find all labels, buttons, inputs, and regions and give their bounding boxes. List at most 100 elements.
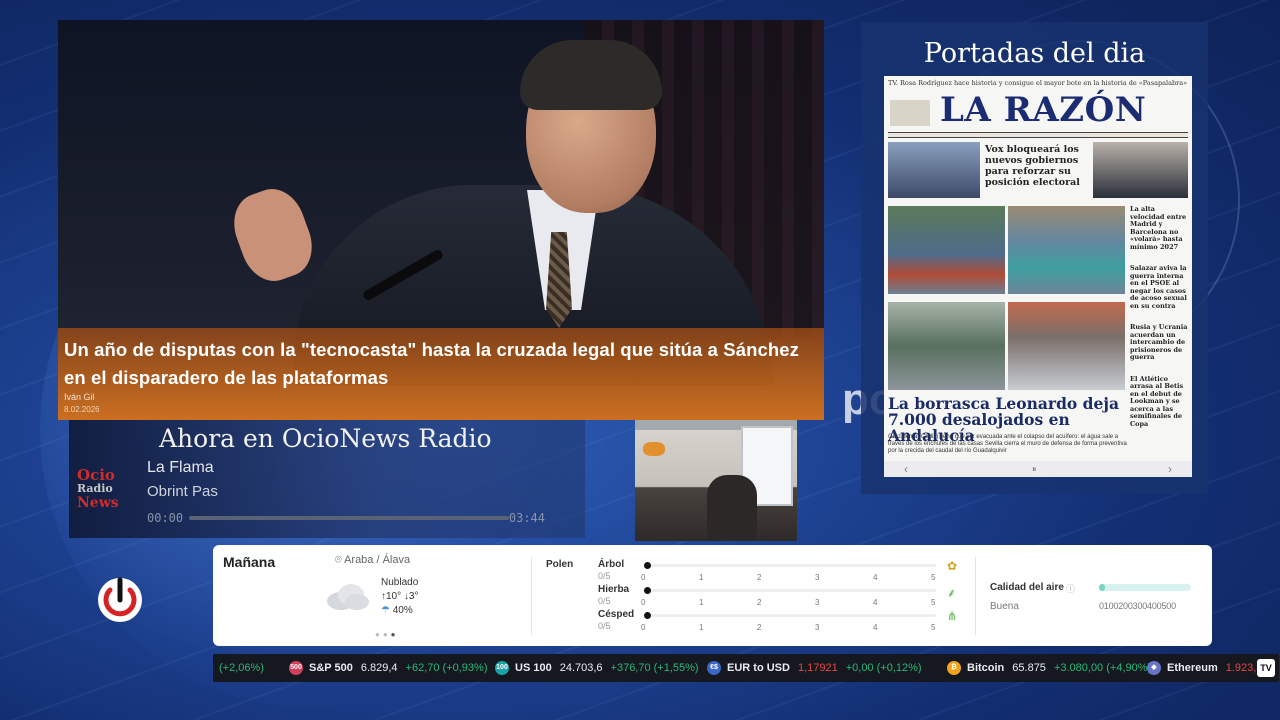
ethereum-icon: ◆ xyxy=(1147,661,1161,676)
tick-label: 2 xyxy=(757,623,762,632)
playback-progress-bar[interactable] xyxy=(189,516,509,520)
hero-image-speaker-hand xyxy=(224,180,322,290)
weather-temps: ↑10° ↓3° xyxy=(381,591,418,602)
air-quality-bar xyxy=(1099,584,1191,591)
tree-icon: ✿ xyxy=(947,559,958,573)
bitcoin-icon: ₿ xyxy=(947,661,961,676)
news-date: 8.02.2026 xyxy=(64,405,100,414)
song-title: La Flama xyxy=(147,459,214,476)
tick-label: 2 xyxy=(757,598,762,607)
paper-side-column: La alta velocidad entre Madrid y Barcelo… xyxy=(1130,205,1188,442)
polen-row-cesped: Césped 0/5 0 1 2 3 4 5 ⋔ xyxy=(598,609,957,633)
tick-label: 4 xyxy=(873,573,878,582)
ticker-item-us100[interactable]: 100 US 100 24.703,6 +376,70 (+1,55%) xyxy=(495,654,699,682)
paper-photo-flood-1 xyxy=(888,206,1005,294)
tick-label: 5 xyxy=(931,598,936,607)
divider xyxy=(975,557,976,635)
polen-level-dot xyxy=(644,612,651,619)
webcam-person xyxy=(707,475,757,541)
time-current: 00:00 xyxy=(147,511,184,525)
polen-bar xyxy=(646,564,936,567)
webcam-feed[interactable] xyxy=(635,420,797,541)
sp500-icon: 500 xyxy=(289,661,303,676)
info-icon[interactable]: ⓘ xyxy=(1066,582,1075,595)
paper-photo-flood-2 xyxy=(1008,206,1125,294)
hero-caption: Un año de disputas con la "tecnocasta" h… xyxy=(58,328,824,420)
ocionews-radio-logo: Ocio Radio News xyxy=(77,468,133,512)
paper-carousel-nav: ‹ ⏸ › xyxy=(884,461,1192,477)
paper-photo-flood-4 xyxy=(1008,302,1125,390)
polen-value: 0/5 xyxy=(598,596,611,606)
ticker-item-bitcoin[interactable]: ₿ Bitcoin 65.875 +3.080,00 (+4,90%) xyxy=(947,654,1151,682)
paper-photo-flood-3 xyxy=(888,302,1005,390)
tick-label: 5 xyxy=(931,573,936,582)
logo-text-ocio: Ocio xyxy=(77,466,115,484)
ticker-name: Bitcoin xyxy=(967,662,1005,674)
ticker-item[interactable]: (+2,06%) xyxy=(219,654,264,682)
front-pages-title: Portadas del dia xyxy=(923,38,1146,69)
pause-icon[interactable]: ⏸ xyxy=(1032,464,1037,475)
radio-player: Ahora en OcioNews Radio Ocio Radio News … xyxy=(69,420,585,538)
polen-row-hierba: Hierba 0/5 0 1 2 3 4 5 ⸙ xyxy=(598,584,956,608)
ticker-price: 65.875 xyxy=(1012,662,1046,674)
tick-label: 4 xyxy=(873,623,878,632)
rain-probability: ☂ 40% xyxy=(381,605,413,616)
grass-icon: ⸙ xyxy=(947,586,957,600)
market-ticker[interactable]: (+2,06%) 500 S&P 500 6.829,4 +62,70 (+0,93%… xyxy=(213,654,1279,682)
chevron-left-icon[interactable]: ‹ xyxy=(904,462,908,476)
ticker-item-eurusd[interactable]: €$ EUR to USD 1,17921 +0,00 (+0,12%) xyxy=(707,654,922,682)
chevron-right-icon[interactable]: › xyxy=(1168,462,1172,476)
polen-ticks: 0 1 2 3 4 5 xyxy=(641,598,941,608)
tick-label: 0 xyxy=(641,598,646,607)
paper-photo-1 xyxy=(888,142,980,198)
news-headline[interactable]: Un año de disputas con la "tecnocasta" h… xyxy=(64,336,816,392)
paper-side-item: Salazar aviva la guerra interna en el PS… xyxy=(1130,264,1187,310)
air-quality-level xyxy=(1099,584,1105,591)
us100-icon: 100 xyxy=(495,661,509,676)
paper-header-box xyxy=(890,100,930,126)
tick-label: 2 xyxy=(757,573,762,582)
polen-ticks: 0 1 2 3 4 5 xyxy=(641,573,941,583)
ticker-change: +62,70 (+0,93%) xyxy=(405,662,488,674)
ticker-name: US 100 xyxy=(515,662,552,674)
webcam-wall-sticker xyxy=(643,442,665,456)
ticker-change: (+2,06%) xyxy=(219,662,264,674)
ticker-item-sp500[interactable]: 500 S&P 500 6.829,4 +62,70 (+0,93%) xyxy=(289,654,487,682)
tick-label: 1 xyxy=(699,573,704,582)
forecast-location[interactable]: ⌾ Araba / Álava xyxy=(335,554,410,567)
currency-icon: €$ xyxy=(707,661,721,676)
polen-ticks: 0 1 2 3 4 5 xyxy=(641,623,941,633)
tick-label: 3 xyxy=(815,623,820,632)
tradingview-badge[interactable]: TV xyxy=(1257,654,1275,682)
ticker-name: Ethereum xyxy=(1167,662,1218,674)
polen-value: 0/5 xyxy=(598,621,611,631)
forecast-day[interactable]: Mañana xyxy=(223,554,275,570)
paper-masthead: LA RAZÓN xyxy=(940,90,1147,130)
carousel-dots[interactable]: ●●● xyxy=(375,630,399,639)
paper-photo-2 xyxy=(1093,142,1188,198)
ticker-name: S&P 500 xyxy=(309,662,353,674)
polen-row-arbol: Árbol 0/5 0 1 2 3 4 5 ✿ xyxy=(598,559,957,583)
power-icon[interactable] xyxy=(94,572,146,624)
tick-label: 3 xyxy=(815,573,820,582)
air-quality-value: Buena xyxy=(990,601,1019,612)
cloud-icon xyxy=(327,584,369,610)
polen-label: Polen xyxy=(546,559,574,570)
ticker-change: +0,00 (+0,12%) xyxy=(845,662,922,674)
front-pages-panel: Portadas del dia TV. Rosa Rodríguez hace… xyxy=(861,22,1208,494)
temp-min: 3° xyxy=(408,591,419,602)
featured-news-card[interactable]: Un año de disputas con la "tecnocasta" h… xyxy=(58,20,824,420)
ticker-item-ethereum[interactable]: ◆ Ethereum 1.923,8 xyxy=(1147,654,1270,682)
ticker-change: +3.080,00 (+4,90%) xyxy=(1053,662,1152,674)
polen-name: Césped xyxy=(598,609,635,620)
news-author: Iván Gil xyxy=(64,392,95,402)
newspaper-front-page[interactable]: TV. Rosa Rodríguez hace historia y consi… xyxy=(884,76,1192,477)
ticker-price: 1,17921 xyxy=(797,662,838,674)
polen-bar xyxy=(646,589,936,592)
weather-condition: Nublado xyxy=(381,577,419,588)
polen-level-dot xyxy=(644,587,651,594)
polen-bar xyxy=(646,614,936,617)
logo-text-news: News xyxy=(77,495,119,511)
polen-value: 0/5 xyxy=(598,571,611,581)
ticker-price: 24.703,6 xyxy=(559,662,603,674)
